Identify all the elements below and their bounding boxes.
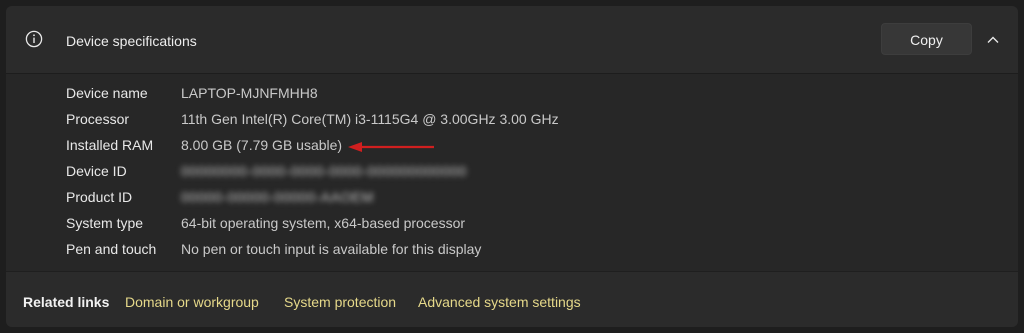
spec-row-device-id: Device ID 00000000-0000-0000-0000-000000… — [66, 163, 966, 189]
spec-row-pen-and-touch: Pen and touch No pen or touch input is a… — [66, 241, 966, 267]
section-title: Device specifications — [66, 33, 197, 49]
spec-row-installed-ram: Installed RAM 8.00 GB (7.79 GB usable) — [66, 137, 966, 163]
spec-row-processor: Processor 11th Gen Intel(R) Core(TM) i3-… — [66, 111, 966, 137]
copy-button[interactable]: Copy — [881, 23, 972, 55]
window-frame: Device specifications Copy Device name L… — [0, 0, 1024, 333]
spec-value: 64-bit operating system, x64-based proce… — [181, 215, 466, 231]
spec-label: System type — [66, 215, 144, 231]
spec-label: Product ID — [66, 189, 133, 205]
spec-value: LAPTOP-MJNFMHH8 — [181, 85, 318, 101]
spec-label: Installed RAM — [66, 137, 154, 153]
red-arrow-annotation — [348, 142, 434, 152]
link-domain-or-workgroup[interactable]: Domain or workgroup — [125, 294, 259, 310]
link-advanced-system-settings[interactable]: Advanced system settings — [418, 294, 581, 310]
device-specifications-card: Device specifications Copy Device name L… — [6, 6, 1018, 327]
spec-row-system-type: System type 64-bit operating system, x64… — [66, 215, 966, 241]
related-links-label: Related links — [23, 294, 110, 310]
spec-label: Pen and touch — [66, 241, 157, 257]
spec-value: No pen or touch input is available for t… — [181, 241, 482, 257]
link-system-protection[interactable]: System protection — [284, 294, 396, 310]
spec-value: 8.00 GB (7.79 GB usable) — [181, 137, 343, 153]
spec-value: 11th Gen Intel(R) Core(TM) i3-1115G4 @ 3… — [181, 111, 559, 127]
spec-label: Processor — [66, 111, 130, 127]
spec-row-device-name: Device name LAPTOP-MJNFMHH8 — [66, 85, 966, 111]
related-links-bar: Related links Domain or workgroup System… — [6, 271, 1018, 327]
spec-label: Device ID — [66, 163, 127, 179]
chevron-up-icon[interactable] — [985, 32, 1001, 48]
info-icon — [25, 30, 43, 48]
spec-row-product-id: Product ID 00000-00000-00000-AAOEM — [66, 189, 966, 215]
blurred-value: 00000-00000-00000-AAOEM — [181, 189, 374, 205]
blurred-value: 00000000-0000-0000-0000-000000000000 — [181, 163, 467, 179]
device-specifications-header[interactable]: Device specifications Copy — [6, 6, 1018, 74]
specs-list: Device name LAPTOP-MJNFMHH8 Processor 11… — [66, 85, 966, 267]
spec-label: Device name — [66, 85, 148, 101]
